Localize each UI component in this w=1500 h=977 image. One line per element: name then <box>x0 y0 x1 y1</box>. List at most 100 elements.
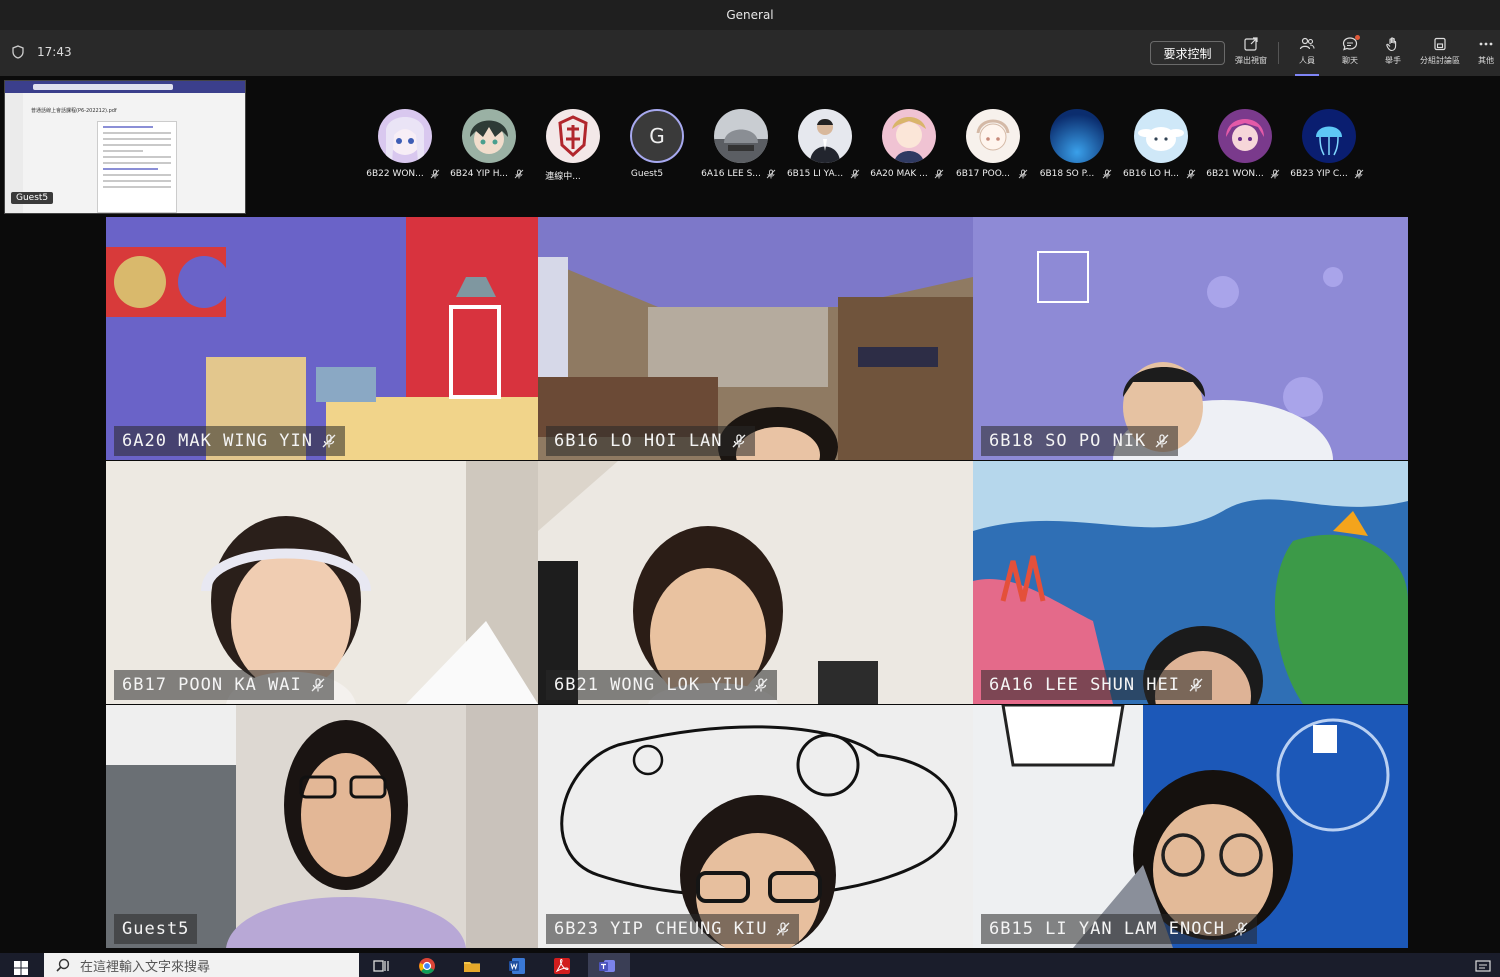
mic-off-icon <box>311 678 325 692</box>
guest-avatar: G <box>630 109 684 163</box>
more-icon <box>1479 42 1493 46</box>
jellyfish-icon <box>1302 109 1356 163</box>
participant-name-tag: 6B17 POON KA WAI <box>114 670 334 700</box>
people-icon <box>1299 37 1315 50</box>
participant-name: 6A16 LEE SHUN HEI <box>989 675 1180 695</box>
car-seat-icon <box>714 109 768 163</box>
more-options-button[interactable]: 其他 <box>1464 36 1500 72</box>
unread-indicator <box>1355 35 1360 40</box>
participant-card[interactable]: 6B21 WON... <box>1200 106 1280 182</box>
mic-off-icon <box>766 169 776 179</box>
windows-start-icon[interactable] <box>14 961 28 975</box>
participant-card[interactable]: 連線中... <box>528 106 608 182</box>
mic-off-icon <box>1270 169 1280 179</box>
anime-girl-icon <box>378 109 432 163</box>
presenter-name-chip: Guest5 <box>11 192 54 204</box>
request-control-button[interactable]: 要求控制 <box>1150 41 1225 65</box>
video-tile[interactable]: Guest5 <box>106 705 538 948</box>
chat-button[interactable]: 聊天 <box>1328 35 1372 72</box>
participant-card[interactable]: 6B24 YIP H... <box>444 106 524 182</box>
mic-off-icon <box>322 434 336 448</box>
participant-card[interactable]: 6B16 LO H... <box>1116 106 1196 182</box>
participant-name: 6B24 YIP H... <box>450 169 508 179</box>
video-feed <box>973 705 1408 948</box>
video-tile[interactable]: 6B17 POON KA WAI <box>106 461 538 704</box>
raise-hand-label: 舉手 <box>1385 56 1401 65</box>
notifications-icon[interactable] <box>1474 957 1492 975</box>
video-feed <box>106 217 538 460</box>
participant-card[interactable]: 6A20 MAK ... <box>864 106 944 182</box>
active-tab-indicator <box>1295 74 1319 76</box>
mic-off-icon <box>934 169 944 179</box>
participant-name: 6B18 SO P... <box>1039 169 1095 179</box>
shared-document-page <box>97 121 177 213</box>
video-feed <box>106 705 538 948</box>
sketch-girl-icon <box>966 109 1020 163</box>
mic-off-icon <box>430 169 440 179</box>
participant-name: 6A20 MAK WING YIN <box>122 431 313 451</box>
participant-card[interactable]: 6B22 WON... <box>360 106 440 182</box>
mic-off-icon <box>850 169 860 179</box>
participant-strip: 6B22 WON... 6B24 YIP H... 連線中... G Guest… <box>360 106 1380 186</box>
participant-name: Guest5 <box>122 919 190 939</box>
participant-name: 6B16 LO H... <box>1122 169 1180 179</box>
mic-off-icon <box>732 434 745 448</box>
mic-off-icon <box>1189 678 1203 692</box>
taskbar-search-box[interactable]: 在這裡輸入文字來搜尋 <box>44 953 359 977</box>
mic-off-icon <box>514 169 524 179</box>
popout-button[interactable]: 彈出視窗 <box>1229 36 1273 72</box>
mic-off-icon <box>754 678 768 692</box>
breakout-rooms-label: 分組討論區 <box>1420 56 1460 65</box>
word-icon[interactable] <box>508 957 526 975</box>
participant-name: 連線中... <box>545 172 581 182</box>
raise-hand-button[interactable]: 舉手 <box>1371 36 1415 72</box>
participant-card[interactable]: 6A16 LEE S... <box>696 106 776 182</box>
mic-off-icon <box>1155 434 1169 448</box>
task-view-icon[interactable] <box>372 957 390 975</box>
video-tile[interactable]: 6B21 WONG LOK YIU <box>538 461 973 704</box>
anime-character-icon <box>882 109 936 163</box>
acrobat-icon[interactable] <box>553 957 571 975</box>
video-tile[interactable]: 6A16 LEE SHUN HEI <box>973 461 1408 704</box>
video-grid: 6A20 MAK WING YIN 6B16 LO HOI LAN 6B18 S… <box>106 217 1408 948</box>
participant-card[interactable]: G Guest5 <box>612 106 692 182</box>
participant-name-tag: 6B18 SO PO NIK <box>981 426 1179 456</box>
chrome-icon[interactable] <box>418 957 436 975</box>
meeting-controls-bar: 17:43 要求控制 彈出視窗 人員 聊天 舉手 分組討論區 其他 <box>0 30 1500 76</box>
video-feed <box>973 461 1408 704</box>
video-tile[interactable]: 6B15 LI YAN LAM ENOCH <box>973 705 1408 948</box>
toolbar-separator <box>1278 42 1279 64</box>
popout-label: 彈出視窗 <box>1235 56 1267 65</box>
shared-screen-thumbnail[interactable]: 普通話線上會話課程(P6-202212).pdf Guest5 <box>4 80 246 214</box>
cinnamoroll-icon <box>1134 109 1188 163</box>
mic-off-icon <box>777 922 790 936</box>
people-button[interactable]: 人員 <box>1285 36 1329 76</box>
participant-name: 6A16 LEE S... <box>701 169 761 179</box>
mic-off-icon <box>1102 169 1112 179</box>
participant-name-tag: 6B15 LI YAN LAM ENOCH <box>981 914 1257 944</box>
os-taskbar: 在這裡輸入文字來搜尋 <box>0 953 1500 977</box>
breakout-rooms-icon <box>1434 37 1446 51</box>
participant-name-tag: 6B21 WONG LOK YIU <box>546 670 777 700</box>
video-tile[interactable]: 6B23 YIP CHEUNG KIU <box>538 705 973 948</box>
taskbar-search-placeholder: 在這裡輸入文字來搜尋 <box>80 959 211 975</box>
participant-card[interactable]: 6B23 YIP C... <box>1284 106 1364 182</box>
participant-name-tag: 6A20 MAK WING YIN <box>114 426 345 456</box>
participant-card[interactable]: 6B15 LI YA... <box>780 106 860 182</box>
mic-off-icon <box>1354 169 1364 179</box>
participant-name: 6B23 YIP CHEUNG KIU <box>554 919 768 939</box>
video-tile[interactable]: 6A20 MAK WING YIN <box>106 217 538 460</box>
file-explorer-icon[interactable] <box>463 957 481 975</box>
participant-card[interactable]: 6B18 SO P... <box>1032 106 1112 182</box>
participant-card[interactable]: 6B17 POO... <box>948 106 1028 182</box>
breakout-rooms-button[interactable]: 分組討論區 <box>1418 36 1462 72</box>
participant-name: 6B16 LO HOI LAN <box>554 431 723 451</box>
video-feed <box>973 217 1408 460</box>
pink-anime-icon <box>1218 109 1272 163</box>
shared-document-title: 普通話線上會話課程(P6-202212).pdf <box>31 108 117 114</box>
video-tile[interactable]: 6B18 SO PO NIK <box>973 217 1408 460</box>
anime-boy-icon <box>462 109 516 163</box>
participant-name-tag: 6A16 LEE SHUN HEI <box>981 670 1212 700</box>
video-tile[interactable]: 6B16 LO HOI LAN <box>538 217 973 460</box>
teams-icon[interactable] <box>598 957 616 975</box>
